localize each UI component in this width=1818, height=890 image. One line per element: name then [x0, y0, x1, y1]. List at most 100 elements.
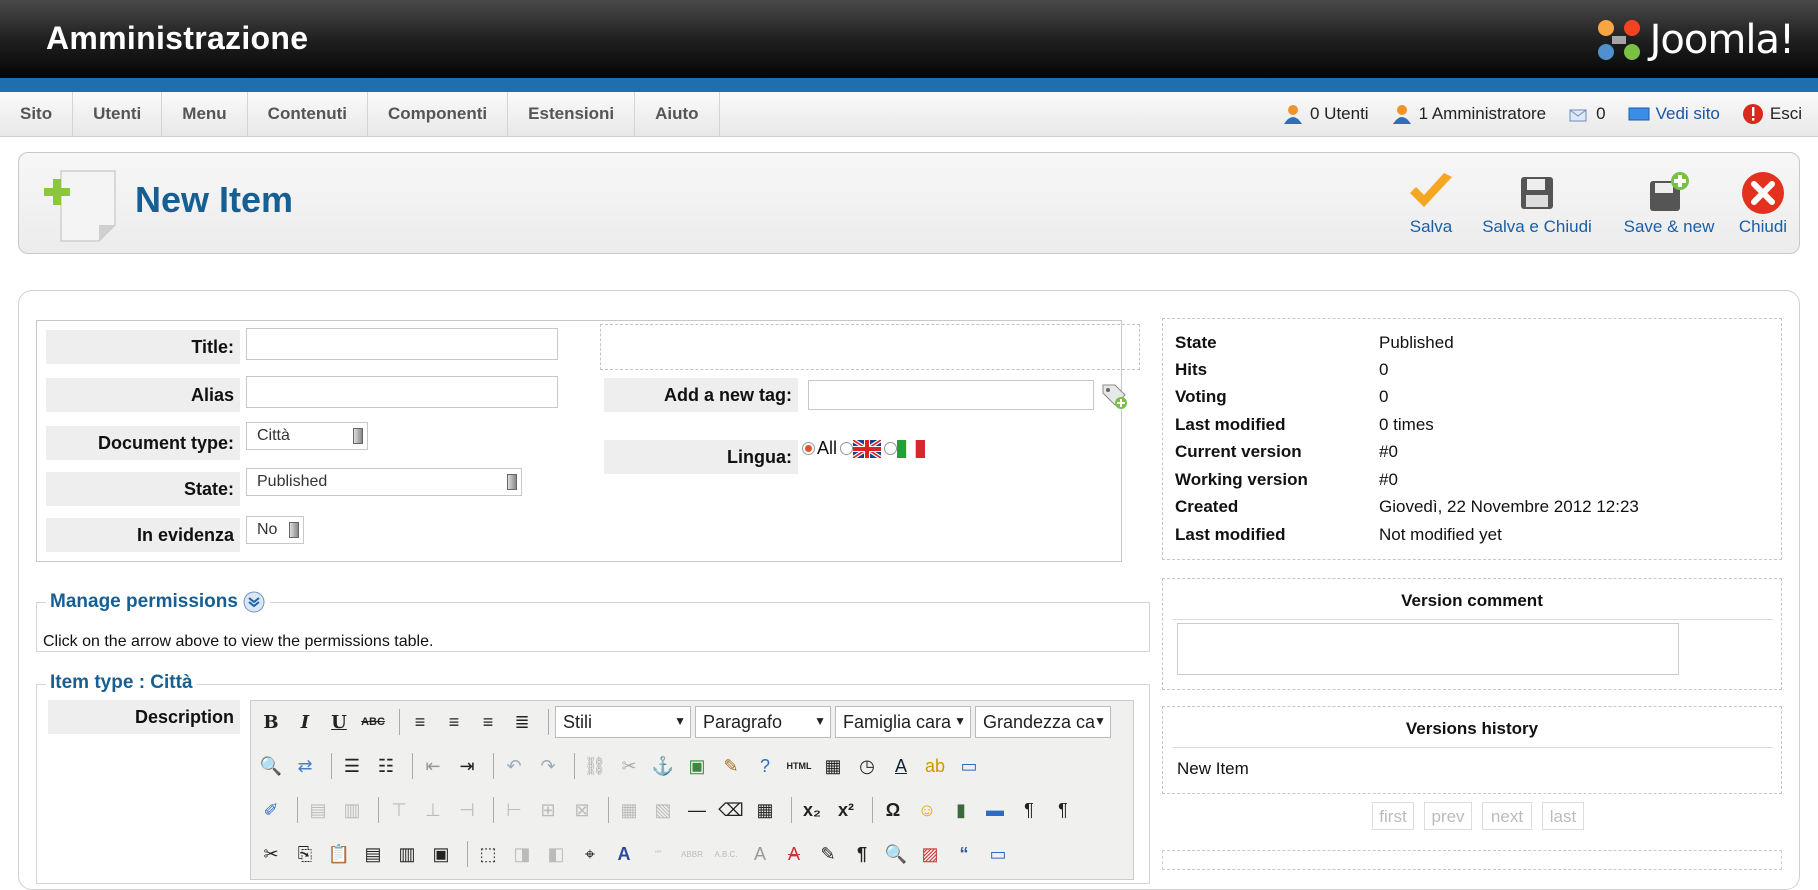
ltr-icon[interactable]: ¶	[1015, 796, 1043, 824]
image-icon[interactable]: ▣	[683, 752, 711, 780]
save-new-button[interactable]: Save & new	[1613, 169, 1725, 237]
show-blocks-icon[interactable]: ¶	[848, 840, 876, 868]
delete-text-icon[interactable]: A	[780, 840, 808, 868]
paste-word-icon[interactable]: ▥	[393, 840, 421, 868]
copy-icon[interactable]: ⎘	[291, 840, 319, 868]
media-icon[interactable]: ▮	[947, 796, 975, 824]
styles-dropdown[interactable]: Stili ▼	[555, 706, 691, 738]
online-users[interactable]: 0 Utenti	[1282, 104, 1369, 124]
highlight-color-icon[interactable]: ab	[921, 752, 949, 780]
move-backward-icon[interactable]: ◧	[542, 840, 570, 868]
add-tag-input[interactable]	[808, 380, 1094, 410]
insert-col-icon[interactable]: ⊢	[500, 796, 528, 824]
font-family-dropdown[interactable]: Famiglia cara ▼	[835, 706, 971, 738]
insert-time-icon[interactable]: ◷	[853, 752, 881, 780]
special-char-icon[interactable]: Ω	[879, 796, 907, 824]
align-justify-icon[interactable]: ≣	[508, 708, 536, 736]
pager-first[interactable]: first	[1372, 802, 1414, 830]
horizontal-line-icon[interactable]: ▬	[981, 796, 1009, 824]
insert-row-after-icon[interactable]: ⊥	[419, 796, 447, 824]
style-props-icon[interactable]: A	[610, 840, 638, 868]
superscript-icon[interactable]: x²	[832, 796, 860, 824]
cut-icon[interactable]: ✂	[257, 840, 285, 868]
numbered-list-icon[interactable]: ☷	[372, 752, 400, 780]
preview-icon[interactable]: 🔍	[882, 840, 910, 868]
language-en-radio[interactable]	[840, 442, 854, 455]
state-select[interactable]: Published	[246, 468, 522, 496]
fullscreen-icon[interactable]: ▭	[955, 752, 983, 780]
close-button[interactable]: Chiudi	[1733, 169, 1793, 237]
unlink-icon[interactable]: ✂	[615, 752, 643, 780]
emoticon-icon[interactable]: ☺	[913, 796, 941, 824]
paste-text-icon[interactable]: ▤	[359, 840, 387, 868]
underline-icon[interactable]: U	[325, 708, 353, 736]
menu-item-sito[interactable]: Sito	[0, 92, 74, 136]
insert-row-before-icon[interactable]: ⊤	[385, 796, 413, 824]
view-site-link[interactable]: Vedi sito	[1628, 104, 1720, 124]
online-admins[interactable]: 1 Amministratore	[1391, 104, 1546, 124]
paste-icon[interactable]: 📋	[325, 840, 353, 868]
remove-format-icon[interactable]: ⌫	[717, 796, 745, 824]
delete-row-icon[interactable]: ⊣	[453, 796, 481, 824]
alias-input[interactable]	[246, 376, 558, 408]
bullet-list-icon[interactable]: ☰	[338, 752, 366, 780]
bold-icon[interactable]: B	[257, 708, 285, 736]
menu-item-componenti[interactable]: Componenti	[368, 92, 509, 136]
attributes-icon[interactable]: ✎	[814, 840, 842, 868]
font-size-dropdown[interactable]: Grandezza ca ▼	[975, 706, 1111, 738]
logout-link[interactable]: Esci	[1742, 103, 1802, 125]
menu-item-estensioni[interactable]: Estensioni	[508, 92, 636, 136]
cite-icon[interactable]: “”	[644, 840, 672, 868]
delete-table-icon[interactable]: ▧	[649, 796, 677, 824]
find-icon[interactable]: 🔍	[257, 752, 285, 780]
insert-text-icon[interactable]: A	[746, 840, 774, 868]
menu-item-utenti[interactable]: Utenti	[73, 92, 163, 136]
version-comment-textarea[interactable]	[1177, 623, 1679, 675]
html-icon[interactable]: HTML	[785, 752, 813, 780]
undo-icon[interactable]: ↶	[500, 752, 528, 780]
acronym-icon[interactable]: A.B.C.	[712, 840, 740, 868]
move-forward-icon[interactable]: ◨	[508, 840, 536, 868]
add-tag-icon[interactable]	[1100, 382, 1128, 410]
indent-icon[interactable]: ⇥	[453, 752, 481, 780]
table-cell-props-icon[interactable]: ▥	[338, 796, 366, 824]
horizontal-rule-icon[interactable]: —	[683, 796, 711, 824]
select-all-icon[interactable]: ▣	[427, 840, 455, 868]
language-it-radio[interactable]	[884, 442, 898, 455]
replace-icon[interactable]: ⇄	[291, 752, 319, 780]
abbr-icon[interactable]: ABBR	[678, 840, 706, 868]
insert-date-icon[interactable]: ▦	[819, 752, 847, 780]
help-icon[interactable]: ?	[751, 752, 779, 780]
menu-item-menu[interactable]: Menu	[162, 92, 248, 136]
align-center-icon[interactable]: ≡	[440, 708, 468, 736]
outdent-icon[interactable]: ⇤	[419, 752, 447, 780]
strikethrough-icon[interactable]: ABC	[359, 708, 387, 736]
edit-css-icon[interactable]: ✐	[257, 796, 285, 824]
insert-table-icon[interactable]: ▦	[751, 796, 779, 824]
language-all-radio[interactable]	[802, 442, 815, 455]
table-row-props-icon[interactable]: ▤	[304, 796, 332, 824]
merge-cells-icon[interactable]: ⊠	[568, 796, 596, 824]
cleanup-icon[interactable]: ✎	[717, 752, 745, 780]
save-close-button[interactable]: Salva e Chiudi	[1467, 169, 1607, 237]
font-color-icon[interactable]: A	[887, 752, 915, 780]
pager-next[interactable]: next	[1482, 802, 1532, 830]
pagebreak-icon[interactable]: ▨	[916, 840, 944, 868]
version-list-item[interactable]: New Item	[1177, 759, 1249, 779]
title-input[interactable]	[246, 328, 558, 360]
menu-item-aiuto[interactable]: Aiuto	[635, 92, 720, 136]
anchor-icon[interactable]: ⚓	[649, 752, 677, 780]
doctype-select[interactable]: Città	[246, 422, 368, 450]
joomla-logo[interactable]: Joomla!	[1594, 16, 1795, 64]
template-icon[interactable]: ▭	[984, 840, 1012, 868]
absolute-position-icon[interactable]: ⌖	[576, 840, 604, 868]
pager-last[interactable]: last	[1542, 802, 1584, 830]
subscript-icon[interactable]: x₂	[798, 796, 826, 824]
messages[interactable]: 0	[1568, 104, 1606, 124]
menu-item-contenuti[interactable]: Contenuti	[248, 92, 368, 136]
table-props-icon[interactable]: ▦	[615, 796, 643, 824]
align-left-icon[interactable]: ≡	[406, 708, 434, 736]
blockquote-icon[interactable]: “	[950, 840, 978, 868]
pager-prev[interactable]: prev	[1424, 802, 1472, 830]
redo-icon[interactable]: ↷	[534, 752, 562, 780]
